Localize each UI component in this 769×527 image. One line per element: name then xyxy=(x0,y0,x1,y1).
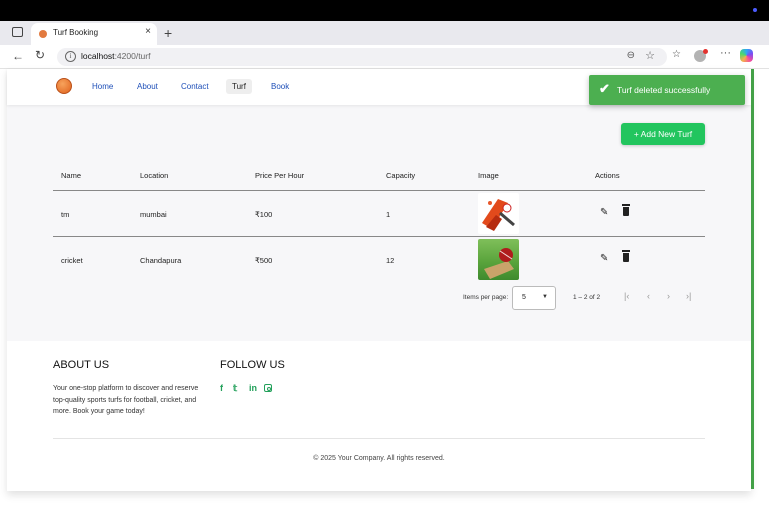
col-name: Name xyxy=(61,171,82,180)
prev-page-icon[interactable]: ‹ xyxy=(647,291,650,301)
address-bar[interactable]: i localhost:4200/turf ⊖ ☆ xyxy=(57,48,667,66)
browser-toolbar: ← ↻ i localhost:4200/turf ⊖ ☆ ☆ ··· xyxy=(0,45,769,69)
nav-home[interactable]: Home xyxy=(86,79,119,94)
success-toast: ✔ Turf deleted successfully xyxy=(589,75,745,105)
cell-name: tm xyxy=(61,210,70,219)
follow-heading: FOLLOW US xyxy=(220,359,285,371)
url-text[interactable]: localhost:4200/turf xyxy=(81,51,150,61)
more-menu-icon[interactable]: ··· xyxy=(720,47,731,59)
edit-pencil-icon[interactable]: ✎ xyxy=(600,253,608,264)
system-indicator-icon xyxy=(753,8,757,12)
nav-about[interactable]: About xyxy=(131,79,164,94)
reader-mode-icon[interactable]: ⊖ xyxy=(627,50,635,61)
linkedin-icon[interactable]: in xyxy=(249,383,257,393)
table-row: tm mumbai ₹100 1 ✎ xyxy=(53,191,705,237)
about-heading: ABOUT US xyxy=(53,359,110,371)
page-size-select[interactable]: 5 ▼ xyxy=(512,286,556,310)
check-icon: ✔ xyxy=(599,81,610,96)
copyright-text: © 2025 Your Company. All rights reserved… xyxy=(313,455,445,462)
new-tab-icon[interactable]: + xyxy=(164,22,172,44)
browser-tab[interactable]: Turf Booking × xyxy=(31,23,157,45)
favicon-icon xyxy=(39,30,47,38)
footer-divider xyxy=(53,438,705,439)
tab-close-icon[interactable]: × xyxy=(145,26,151,37)
page-viewport: Home About Contact Turf Book + Add New T… xyxy=(7,69,751,491)
reload-icon[interactable]: ↻ xyxy=(35,48,45,62)
tab-title: Turf Booking xyxy=(53,28,99,37)
back-arrow-icon[interactable]: ← xyxy=(12,49,24,63)
cell-price: ₹500 xyxy=(255,256,273,265)
favorite-star-icon[interactable]: ☆ xyxy=(645,49,655,62)
delete-trash-icon[interactable] xyxy=(622,250,630,262)
os-top-bar xyxy=(0,0,769,21)
edit-pencil-icon[interactable]: ✎ xyxy=(600,207,608,218)
instagram-icon[interactable] xyxy=(264,384,272,392)
page-range: 1 – 2 of 2 xyxy=(573,294,601,301)
col-actions: Actions xyxy=(595,171,620,180)
items-per-page-label: Items per page: xyxy=(463,294,509,301)
col-price: Price Per Hour xyxy=(255,171,305,180)
browser-tab-strip: Turf Booking × xyxy=(0,21,769,45)
favorites-icon[interactable]: ☆ xyxy=(672,49,681,60)
basketball-logo-icon[interactable] xyxy=(56,78,72,94)
url-path: :4200/turf xyxy=(114,51,151,61)
nav-contact[interactable]: Contact xyxy=(175,79,215,94)
turf-image xyxy=(478,239,519,280)
copilot-icon[interactable] xyxy=(740,49,753,62)
tab-actions-icon[interactable] xyxy=(12,27,23,37)
scrollbar[interactable] xyxy=(751,69,754,489)
site-info-icon[interactable]: i xyxy=(65,51,76,62)
twitter-icon[interactable]: 𝕥 xyxy=(233,383,237,394)
delete-trash-icon[interactable] xyxy=(622,204,630,216)
url-host: localhost xyxy=(81,51,115,61)
nav-turf[interactable]: Turf xyxy=(226,79,252,94)
col-location: Location xyxy=(140,171,169,180)
site-footer: ABOUT US Your one-stop platform to disco… xyxy=(7,341,751,491)
cell-name: cricket xyxy=(61,256,83,265)
profile-avatar-icon[interactable] xyxy=(694,49,708,62)
nav-book[interactable]: Book xyxy=(265,79,295,94)
about-text: Your one-stop platform to discover and r… xyxy=(53,385,199,415)
cell-capacity: 12 xyxy=(386,256,395,265)
next-page-icon[interactable]: › xyxy=(667,291,670,301)
cell-price: ₹100 xyxy=(255,210,273,219)
cell-location: Chandapura xyxy=(140,256,182,265)
cell-capacity: 1 xyxy=(386,210,391,219)
cell-location: mumbai xyxy=(140,210,167,219)
col-image: Image xyxy=(478,171,499,180)
col-capacity: Capacity xyxy=(386,171,416,180)
table-row: cricket Chandapura ₹500 12 ✎ xyxy=(53,237,705,283)
page-size-value: 5 xyxy=(522,294,526,301)
toast-message: Turf deleted successfully xyxy=(617,85,711,95)
dropdown-caret-icon: ▼ xyxy=(542,294,548,300)
turf-image xyxy=(478,193,519,234)
last-page-icon[interactable]: ›| xyxy=(686,291,691,301)
first-page-icon[interactable]: |‹ xyxy=(624,291,629,301)
facebook-icon[interactable]: f xyxy=(220,383,223,393)
add-new-turf-button[interactable]: + Add New Turf xyxy=(621,123,705,145)
